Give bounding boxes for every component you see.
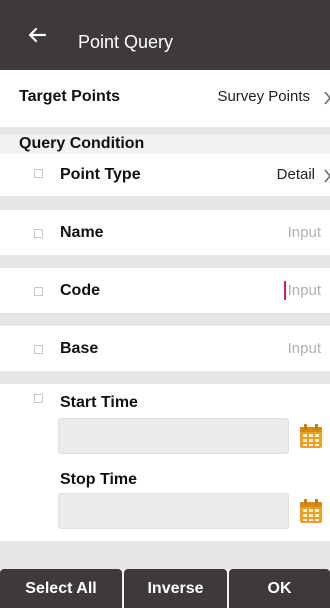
row-divider bbox=[0, 541, 330, 569]
chevron-right-icon bbox=[324, 169, 330, 183]
stop-time-label: Stop Time bbox=[60, 471, 138, 488]
target-points-value[interactable]: Survey Points bbox=[217, 88, 310, 106]
name-row: Name Input bbox=[0, 210, 330, 255]
ok-button[interactable]: OK bbox=[229, 569, 330, 608]
calendar-icon[interactable] bbox=[299, 423, 323, 449]
base-row: Base Input bbox=[0, 326, 330, 371]
code-input[interactable]: Input bbox=[288, 282, 321, 300]
select-all-button[interactable]: Select All bbox=[0, 569, 122, 608]
base-input[interactable]: Input bbox=[288, 340, 321, 358]
calendar-icon[interactable] bbox=[299, 498, 323, 524]
point-type-row[interactable]: Point Type Detail bbox=[0, 154, 330, 196]
row-divider bbox=[0, 313, 330, 326]
time-checkbox[interactable] bbox=[34, 394, 43, 403]
stop-time-field[interactable] bbox=[58, 493, 289, 529]
point-type-checkbox[interactable] bbox=[34, 169, 43, 178]
text-cursor bbox=[284, 281, 286, 300]
app-bar: Point Query bbox=[0, 0, 330, 70]
arrow-left-icon[interactable] bbox=[26, 24, 48, 46]
start-time-label: Start Time bbox=[60, 394, 138, 411]
row-divider bbox=[0, 196, 330, 210]
inverse-button[interactable]: Inverse bbox=[124, 569, 227, 608]
page-title: Point Query bbox=[78, 32, 174, 52]
name-checkbox[interactable] bbox=[34, 229, 43, 238]
query-condition-header: Query Condition bbox=[0, 134, 330, 154]
base-label: Base bbox=[60, 340, 99, 357]
target-points-label: Target Points bbox=[19, 88, 121, 105]
base-checkbox[interactable] bbox=[34, 345, 43, 354]
code-label: Code bbox=[60, 282, 100, 299]
start-time-field[interactable] bbox=[58, 418, 289, 454]
name-input[interactable]: Input bbox=[288, 224, 321, 242]
row-divider bbox=[0, 255, 330, 268]
row-divider bbox=[0, 371, 330, 384]
point-type-value[interactable]: Detail bbox=[277, 166, 315, 184]
section-divider bbox=[0, 127, 330, 134]
name-label: Name bbox=[60, 224, 104, 241]
time-section: Start Time Stop Time bbox=[0, 384, 330, 541]
chevron-right-icon bbox=[324, 91, 330, 105]
query-condition-label: Query Condition bbox=[19, 135, 145, 152]
code-checkbox[interactable] bbox=[34, 287, 43, 296]
target-points-row[interactable]: Target Points Survey Points bbox=[0, 70, 330, 127]
code-row: Code Input bbox=[0, 268, 330, 313]
point-type-label: Point Type bbox=[60, 166, 141, 183]
